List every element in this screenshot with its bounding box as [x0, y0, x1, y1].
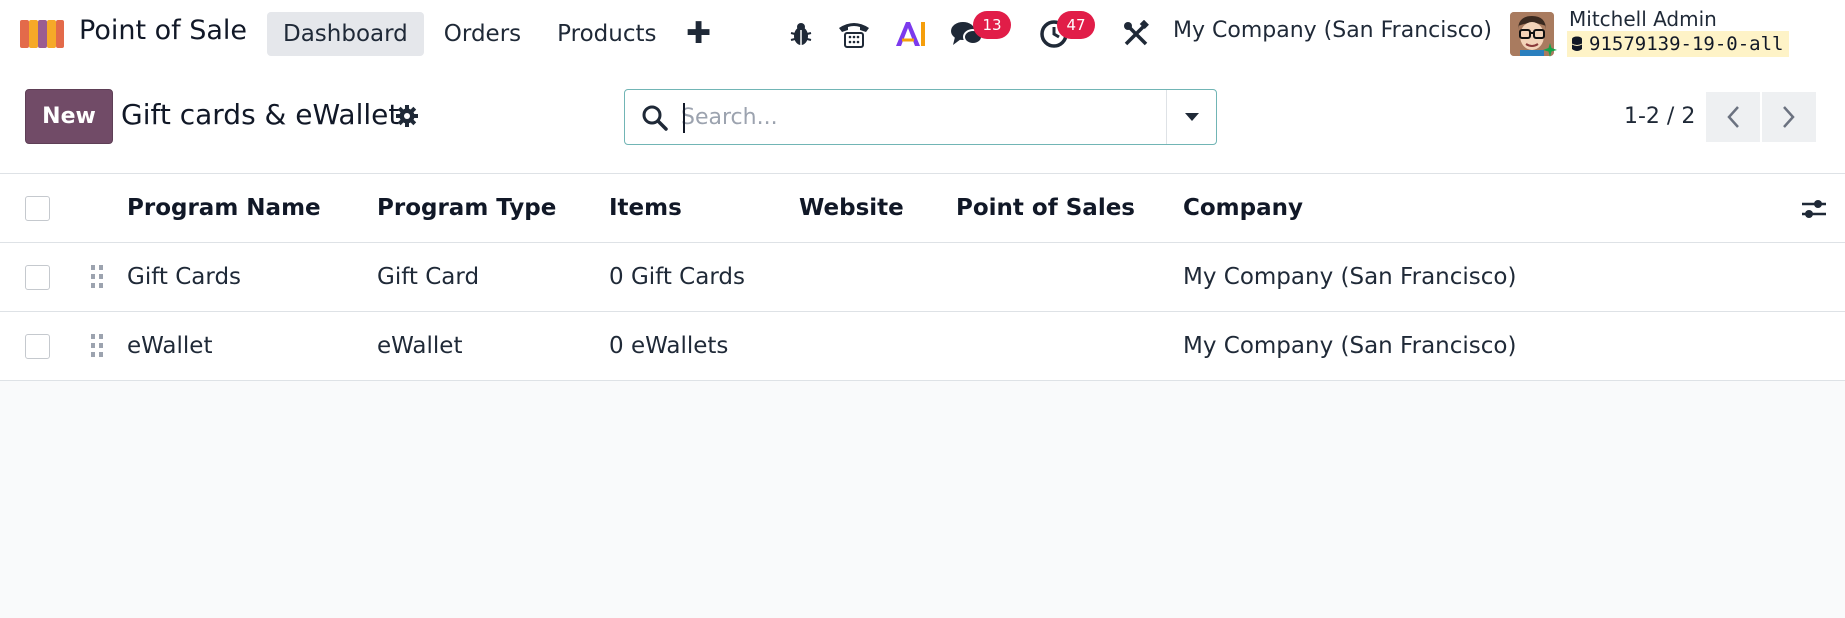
- pager-next-button[interactable]: [1762, 92, 1816, 142]
- cell-program-name: Gift Cards: [127, 264, 242, 290]
- sliders-icon[interactable]: [1800, 196, 1828, 222]
- select-all-checkbox[interactable]: [25, 196, 50, 221]
- menu-products[interactable]: Products: [541, 12, 672, 56]
- row-checkbox[interactable]: [25, 265, 50, 290]
- search-input[interactable]: [681, 99, 1141, 135]
- page-title: Gift cards & eWallet: [121, 98, 400, 131]
- column-point-of-sales[interactable]: Point of Sales: [956, 174, 1135, 242]
- bug-icon[interactable]: [788, 16, 814, 52]
- caret-down-icon: [1185, 113, 1199, 121]
- company-switcher[interactable]: My Company (San Francisco): [1173, 18, 1492, 43]
- row-checkbox[interactable]: [25, 334, 50, 359]
- text-cursor: [683, 103, 685, 133]
- column-program-name[interactable]: Program Name: [127, 174, 321, 242]
- column-company[interactable]: Company: [1183, 174, 1303, 242]
- phone-icon[interactable]: [836, 16, 872, 52]
- cell-items: 0 eWallets: [609, 333, 729, 359]
- cell-program-type: Gift Card: [377, 264, 480, 290]
- point-of-sale-app-icon[interactable]: [18, 18, 66, 50]
- drag-handle-icon[interactable]: [89, 332, 105, 360]
- app-name[interactable]: Point of Sale: [79, 15, 247, 46]
- database-icon: [1571, 36, 1583, 51]
- main-menu: Dashboard Orders Products: [267, 12, 672, 56]
- cell-program-type: eWallet: [377, 333, 463, 359]
- plus-icon[interactable]: ✚: [686, 17, 711, 51]
- search-icon: [642, 105, 668, 131]
- pager-value[interactable]: 1-2 / 2: [1624, 104, 1695, 129]
- control-panel: New Gift cards & eWallet 1-2 / 2: [0, 68, 1845, 174]
- drag-handle-icon[interactable]: [89, 263, 105, 291]
- ai-icon[interactable]: [893, 16, 927, 52]
- user-name[interactable]: Mitchell Admin: [1569, 7, 1717, 31]
- chevron-right-icon: [1783, 106, 1795, 128]
- table-row[interactable]: Gift Cards Gift Card 0 Gift Cards My Com…: [0, 243, 1845, 312]
- tools-icon[interactable]: [1121, 16, 1151, 52]
- activities-count-badge: 47: [1057, 11, 1095, 39]
- top-navbar: Point of Sale Dashboard Orders Products …: [0, 0, 1845, 68]
- cell-company: My Company (San Francisco): [1183, 333, 1517, 359]
- cell-company: My Company (San Francisco): [1183, 264, 1517, 290]
- column-items[interactable]: Items: [609, 174, 682, 242]
- list-view: Program Name Program Type Items Website …: [0, 174, 1845, 381]
- new-button[interactable]: New: [25, 89, 113, 144]
- airplane-status-icon: [1543, 43, 1557, 57]
- table-row[interactable]: eWallet eWallet 0 eWallets My Company (S…: [0, 312, 1845, 381]
- search-bar: [624, 89, 1217, 145]
- column-program-type[interactable]: Program Type: [377, 174, 556, 242]
- menu-orders[interactable]: Orders: [428, 12, 537, 56]
- menu-dashboard[interactable]: Dashboard: [267, 12, 424, 56]
- cell-program-name: eWallet: [127, 333, 213, 359]
- list-empty-area: [0, 382, 1845, 618]
- messages-count-badge: 13: [973, 11, 1011, 39]
- cell-items: 0 Gift Cards: [609, 264, 745, 290]
- chevron-left-icon: [1727, 106, 1739, 128]
- database-name: 91579139-19-0-all: [1589, 33, 1784, 55]
- gear-icon[interactable]: [395, 104, 419, 128]
- database-badge: 91579139-19-0-all: [1567, 31, 1790, 57]
- pager-previous-button[interactable]: [1706, 92, 1760, 142]
- column-website[interactable]: Website: [799, 174, 904, 242]
- table-header: Program Name Program Type Items Website …: [0, 174, 1845, 243]
- search-options-toggle[interactable]: [1166, 90, 1217, 144]
